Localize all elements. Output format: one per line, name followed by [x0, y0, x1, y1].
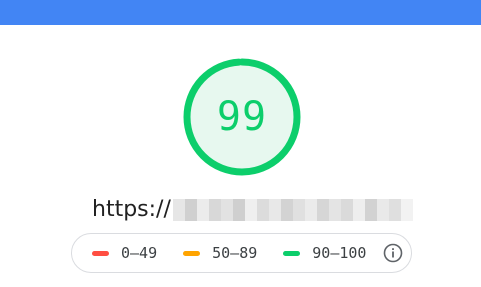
info-icon[interactable]	[383, 243, 403, 263]
pass-dash-icon	[283, 250, 301, 256]
average-dash-icon	[183, 250, 201, 256]
legend-item-pass: 90–100	[283, 244, 366, 262]
legend-item-average: 50–89	[183, 244, 257, 262]
fail-dash-icon	[92, 250, 109, 256]
url-prefix: https://	[92, 197, 171, 222]
score-value: 99	[216, 94, 268, 140]
legend-item-fail: 0–49	[92, 244, 157, 262]
legend-label-fail: 0–49	[121, 244, 158, 262]
page-url: https://	[92, 193, 413, 227]
legend-label-average: 50–89	[212, 244, 258, 262]
score-legend: 0–49 50–89 90–100	[71, 233, 412, 273]
top-bar	[0, 0, 481, 25]
url-redacted-block	[172, 199, 413, 221]
legend-label-pass: 90–100	[312, 244, 367, 262]
